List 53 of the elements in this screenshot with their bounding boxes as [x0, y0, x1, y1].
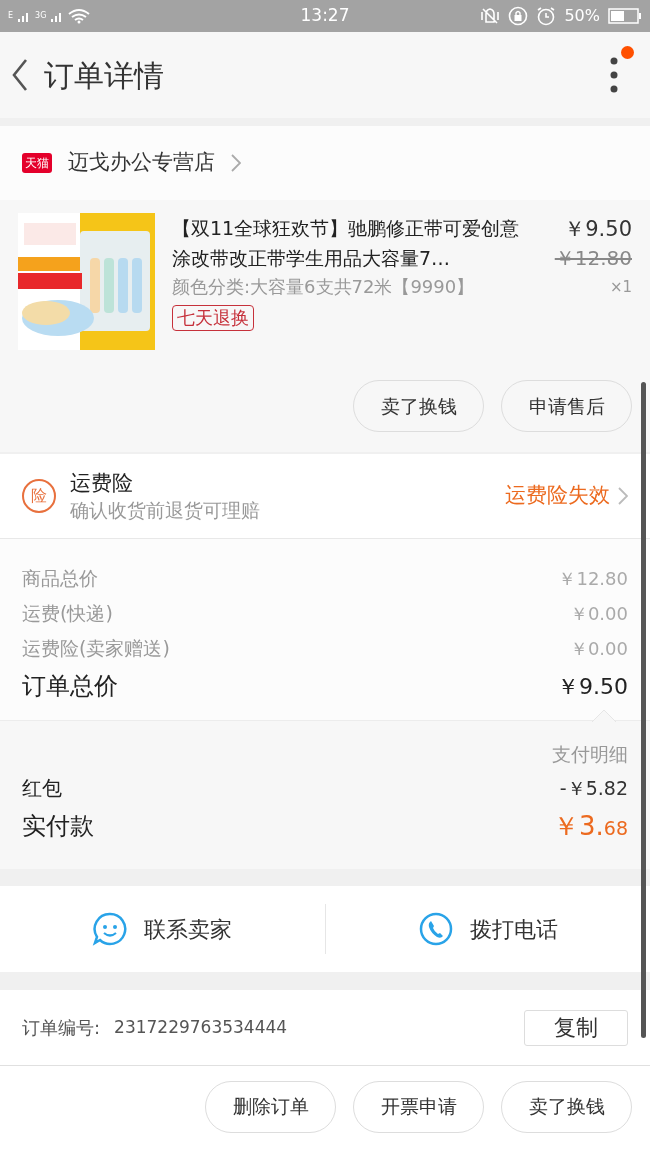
original-price: ￥12.80	[554, 245, 632, 272]
cost-value: ￥9.50	[557, 672, 628, 701]
cost-label: 运费险(卖家赠送)	[22, 636, 170, 662]
page-title: 订单详情	[44, 56, 164, 95]
chevron-right-icon	[618, 487, 628, 505]
contact-button[interactable]: 拨打电话	[325, 904, 650, 954]
rotation-lock-icon	[508, 6, 529, 26]
network-label: 3G	[35, 12, 47, 20]
payment-detail-title: 支付明细	[552, 742, 628, 767]
order-number-label: 订单编号:	[22, 1016, 101, 1040]
action-button[interactable]: 删除订单	[205, 1080, 336, 1133]
product-title[interactable]: 【双11全球狂欢节】驰鹏修正带可爱创意涂改带改正带学生用品大容量7…	[172, 213, 532, 273]
battery-percent: 50%	[564, 5, 600, 27]
insurance-icon: 险	[22, 479, 56, 513]
store-row[interactable]: 天猫 迈戈办公专营店	[0, 126, 650, 200]
chevron-right-icon	[231, 154, 241, 172]
quantity: ×1	[609, 276, 632, 298]
paid-amount: ￥3.68	[553, 809, 628, 843]
battery-icon	[608, 8, 642, 24]
smiley-chat-icon	[92, 911, 129, 947]
cost-value: ￥0.00	[569, 602, 628, 626]
cost-label: 订单总价	[22, 671, 118, 702]
cost-label: 商品总价	[22, 566, 98, 592]
insurance-status: 运费险失效	[505, 482, 610, 510]
more-icon	[610, 57, 618, 93]
alarm-icon	[536, 6, 557, 26]
action-button[interactable]: 申请售后	[501, 380, 632, 432]
contact-button[interactable]: 联系卖家	[0, 904, 325, 954]
back-icon	[12, 58, 28, 92]
store-badge: 天猫	[22, 153, 52, 173]
copy-button[interactable]: 复制	[524, 1009, 628, 1046]
insurance-title: 运费险	[70, 470, 134, 497]
action-button[interactable]: 卖了换钱	[501, 1080, 632, 1133]
store-name: 迈戈办公专营店	[68, 149, 215, 177]
action-button[interactable]: 开票申请	[353, 1080, 484, 1133]
product-variant: 颜色分类:大容量6支共72米【9990】	[172, 275, 475, 299]
insurance-subtitle: 确认收货前退货可理赔	[70, 498, 260, 523]
action-button[interactable]: 卖了换钱	[353, 380, 484, 432]
wifi-icon	[68, 8, 91, 24]
payment-label: 实付款	[22, 811, 94, 842]
cost-label: 运费(快递)	[22, 601, 113, 627]
payment-label: 红包	[22, 775, 62, 802]
product-price: ￥9.50	[564, 216, 632, 243]
insurance-row[interactable]: 险 运费险 确认收货前退货可理赔 运费险失效	[0, 454, 650, 539]
clock: 13:27	[299, 4, 351, 28]
return-policy-tag: 七天退换	[172, 305, 254, 331]
cost-value: ￥12.80	[558, 567, 628, 591]
phone-icon	[417, 911, 454, 947]
vibrate-icon	[480, 7, 501, 25]
payment-value: -￥5.82	[559, 775, 628, 801]
network-label: E	[8, 12, 14, 20]
cost-value: ￥0.00	[569, 637, 628, 661]
order-number: 2317229763534444	[114, 1015, 288, 1039]
